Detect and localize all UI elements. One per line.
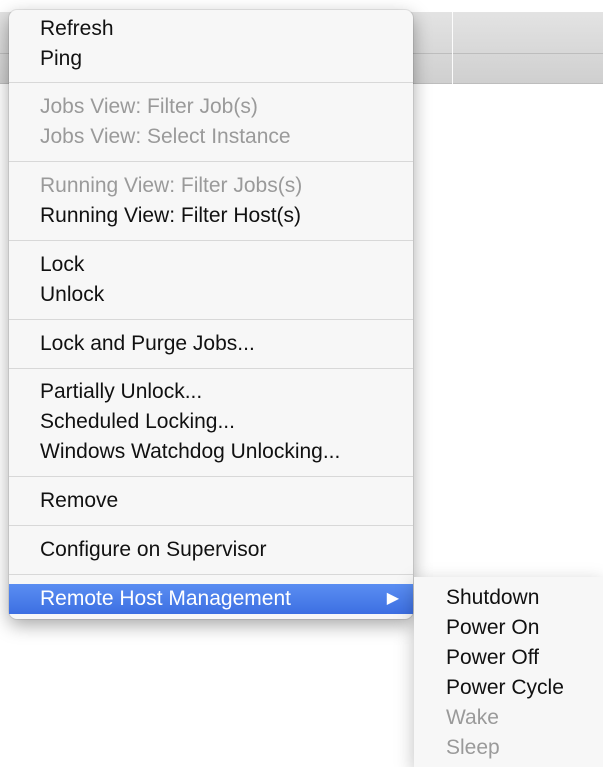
menu-separator [9,161,413,162]
submenu-item-shutdown[interactable]: Shutdown [414,583,603,613]
menu-separator [9,476,413,477]
menu-item-partially-unlock[interactable]: Partially Unlock... [9,377,413,407]
menu-item-remote-host-management-label: Remote Host Management [40,587,291,610]
submenu-item-wake: Wake [446,706,499,729]
menu-separator [9,574,413,575]
menu-item-ping[interactable]: Ping [9,44,413,74]
menu-separator [9,525,413,526]
submenu-item-sleep: Sleep [446,736,500,759]
menu-item-jobs-view-select-instance: Jobs View: Select Instance [40,125,291,148]
submenu-item-power-on[interactable]: Power On [414,613,603,643]
menu-item-lock-and-purge-jobs[interactable]: Lock and Purge Jobs... [9,329,413,359]
menu-item-running-view-filter-hosts[interactable]: Running View: Filter Host(s) [9,201,413,231]
menu-item-scheduled-locking[interactable]: Scheduled Locking... [9,407,413,437]
menu-item-remote-host-management[interactable]: Remote Host Management ▶ [9,584,413,614]
menu-separator [9,82,413,83]
menu-item-running-view-filter-jobs: Running View: Filter Jobs(s) [40,174,303,197]
menu-item-unlock[interactable]: Unlock [9,280,413,310]
menu-item-refresh[interactable]: Refresh [9,14,413,44]
menu-item-jobs-view-filter-jobs: Jobs View: Filter Job(s) [40,95,258,118]
menu-item-remove[interactable]: Remove [9,486,413,516]
menu-item-lock[interactable]: Lock [9,250,413,280]
menu-separator [9,240,413,241]
column-divider[interactable] [452,12,453,84]
submenu-item-power-cycle[interactable]: Power Cycle [414,673,603,703]
menu-separator [9,319,413,320]
menu-item-windows-watchdog-unlocking[interactable]: Windows Watchdog Unlocking... [9,437,413,467]
remote-host-management-submenu: Shutdown Power On Power Off Power Cycle … [414,577,603,767]
context-menu: Refresh Ping Jobs View: Filter Job(s) Jo… [9,10,413,619]
submenu-arrow-icon: ▶ [386,590,399,607]
menu-separator [9,368,413,369]
menu-item-configure-on-supervisor[interactable]: Configure on Supervisor [9,535,413,565]
submenu-item-power-off[interactable]: Power Off [414,643,603,673]
